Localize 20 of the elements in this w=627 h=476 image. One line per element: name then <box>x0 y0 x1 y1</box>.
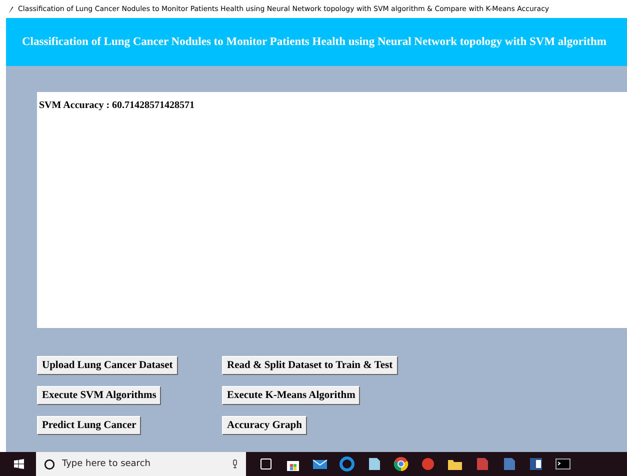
action-button[interactable]: Execute SVM Algorithms <box>37 386 162 405</box>
action-button[interactable]: Upload Lung Cancer Dataset <box>37 356 178 375</box>
output-text-area[interactable]: SVM Accuracy : 60.71428571428571 <box>37 92 627 328</box>
header-title: Classification of Lung Cancer Nodules to Monitor Patients Health using Neural Network topology with SVM algorithm <box>22 36 606 48</box>
search-field[interactable]: Type here to search <box>36 452 246 476</box>
microphone-icon[interactable] <box>232 459 238 469</box>
app-icon[interactable] <box>474 456 490 472</box>
browser-icon[interactable] <box>339 456 355 472</box>
action-button[interactable]: Accuracy Graph <box>222 416 307 435</box>
action-button[interactable]: Execute K-Means Algorithm <box>222 386 360 405</box>
chrome-icon[interactable] <box>393 456 409 472</box>
action-button[interactable]: Read & Split Dataset to Train & Test <box>222 356 398 375</box>
windows-start-icon[interactable] <box>14 459 24 469</box>
terminal-icon[interactable] <box>555 456 571 472</box>
output-text: SVM Accuracy : 60.71428571428571 <box>39 100 195 111</box>
word-icon[interactable] <box>528 456 544 472</box>
task-view-icon[interactable] <box>258 456 274 472</box>
action-button[interactable]: Predict Lung Cancer <box>37 416 142 435</box>
app-icon[interactable] <box>420 456 436 472</box>
cortana-circle-icon <box>44 458 55 470</box>
